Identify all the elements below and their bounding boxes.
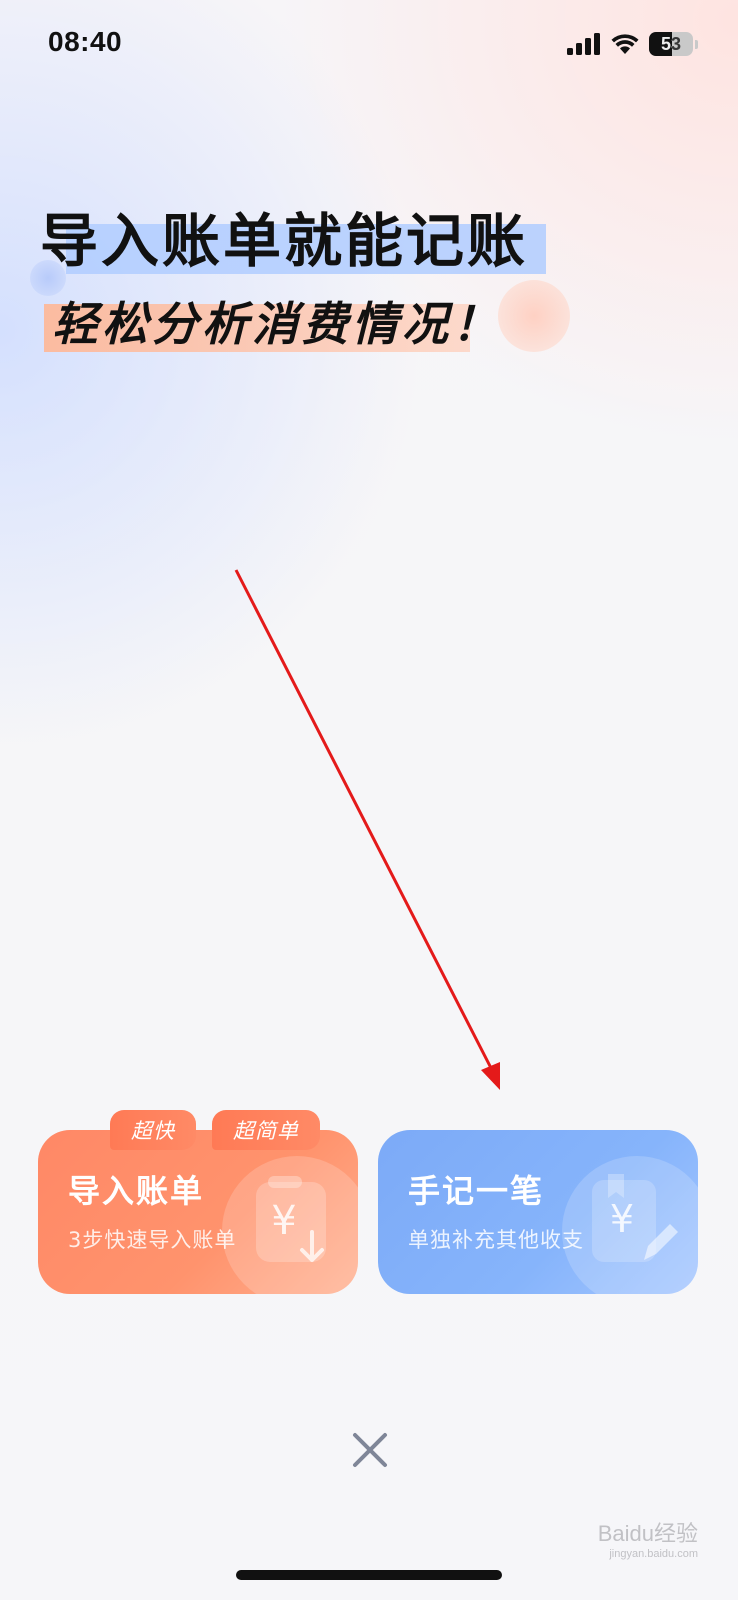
manual-entry-subtitle: 单独补充其他收支 xyxy=(408,1228,584,1252)
home-indicator xyxy=(236,1570,502,1580)
cellular-signal-icon xyxy=(567,33,600,55)
hero-subtitle: 轻松分析消费情况！ xyxy=(52,297,502,351)
svg-text:¥: ¥ xyxy=(271,1198,296,1244)
wifi-icon xyxy=(611,34,639,54)
hero-title: 导入账单就能记账 xyxy=(40,207,529,275)
bill-import-icon: ¥ xyxy=(256,1176,326,1262)
svg-text:¥: ¥ xyxy=(610,1197,634,1241)
watermark: Baidu经验 jingyan.baidu.com xyxy=(598,1516,698,1560)
battery-cap xyxy=(695,39,698,49)
hero-banner: 导入账单就能记账 轻松分析消费情况！ xyxy=(0,180,738,380)
manual-entry-icon: ¥ xyxy=(592,1174,678,1262)
badge-fast: 超快 xyxy=(110,1110,196,1150)
manual-entry-title: 手记一笔 xyxy=(408,1172,545,1210)
watermark-text: Baidu经验 xyxy=(597,1521,698,1546)
decor-blob-peach xyxy=(498,280,570,352)
import-bill-card[interactable]: ¥ 导入账单 3步快速导入账单 xyxy=(38,1130,358,1294)
manual-entry-card[interactable]: ¥ 手记一笔 单独补充其他收支 xyxy=(378,1130,698,1294)
import-bill-subtitle: 3步快速导入账单 xyxy=(68,1228,237,1252)
import-bill-title: 导入账单 xyxy=(68,1172,205,1210)
status-icons: 53 xyxy=(567,30,698,58)
watermark-sub: jingyan.baidu.com xyxy=(609,1548,698,1560)
battery-level: 53 xyxy=(660,33,682,54)
status-bar: 08:40 53 xyxy=(0,0,738,90)
status-time: 08:40 xyxy=(48,26,123,57)
battery-icon: 53 xyxy=(649,32,693,56)
badge-simple: 超简单 xyxy=(212,1110,320,1150)
close-icon xyxy=(353,1433,387,1467)
close-button[interactable] xyxy=(350,1430,390,1470)
